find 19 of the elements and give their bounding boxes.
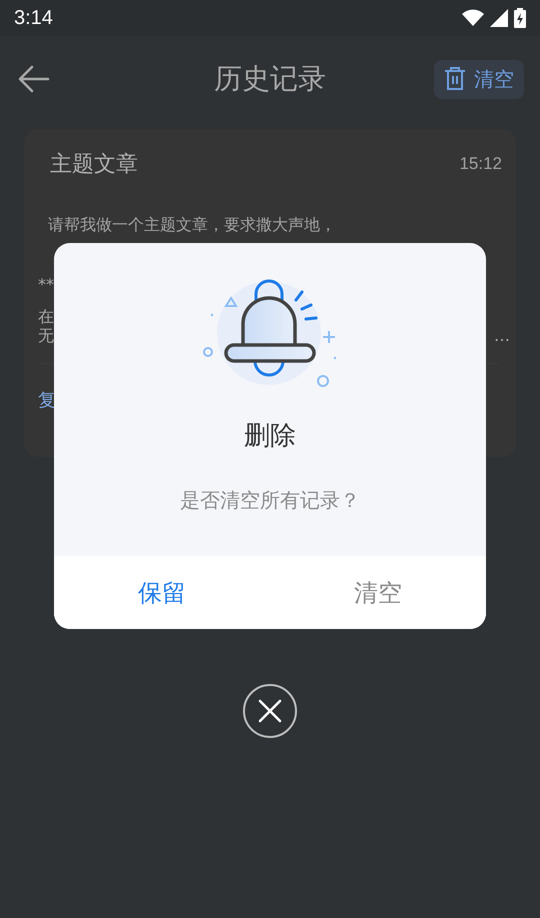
copy-link[interactable]: 复 — [38, 388, 56, 412]
record-text: … — [494, 326, 510, 345]
close-button[interactable] — [243, 684, 297, 738]
signal-icon — [490, 9, 508, 27]
record-prompt: 请帮我做一个主题文章，要求撒大声地， — [48, 215, 337, 236]
dialog-message: 是否清空所有记录？ — [180, 487, 360, 514]
trash-icon — [444, 67, 466, 91]
wifi-icon — [462, 9, 484, 27]
record-title: 主题文章 — [50, 151, 138, 179]
status-time: 3:14 — [14, 6, 53, 30]
battery-icon — [514, 8, 526, 28]
record-text: ** — [38, 276, 54, 294]
close-icon — [258, 699, 282, 723]
record-text: 无 — [38, 327, 54, 345]
dialog-title: 删除 — [244, 420, 296, 453]
clear-button[interactable]: 清空 — [434, 60, 524, 98]
record-text: 在 — [38, 308, 54, 326]
record-time: 15:12 — [459, 154, 502, 174]
page-title: 历史记录 — [214, 61, 326, 97]
